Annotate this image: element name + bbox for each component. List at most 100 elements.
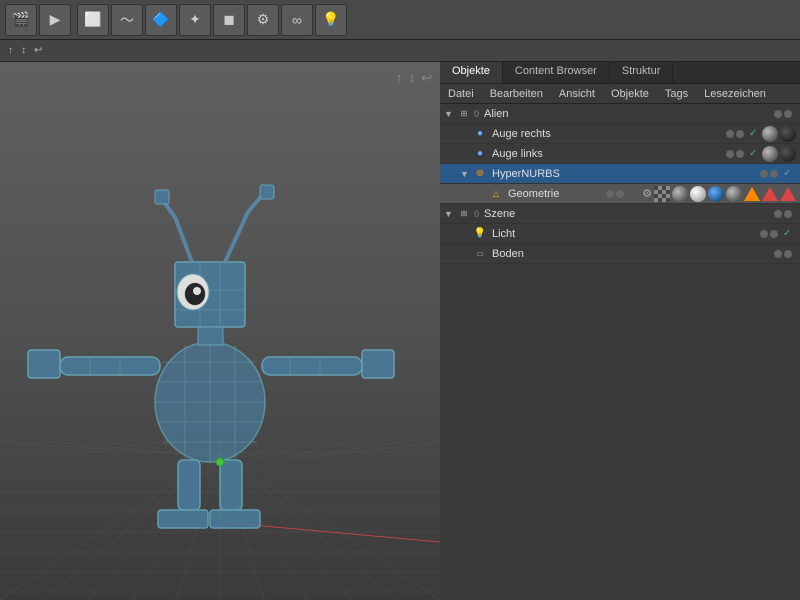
tree-row-alien[interactable]: ▼ ⊞ 0 Alien (440, 104, 800, 124)
materials-auge-links (762, 146, 796, 162)
toolbar-btn-camera[interactable]: ∞ (281, 4, 313, 36)
arrow-left-icon: ↩ (421, 70, 432, 86)
dot1 (774, 250, 782, 258)
icon-szene: ⊞ (456, 206, 472, 222)
icon-hypernurbs: ⊕ (472, 166, 488, 182)
toolbar-btn-nurbs[interactable]: 🔷 (145, 4, 177, 36)
dots-auge-rechts (726, 130, 744, 138)
move-icon[interactable]: ↑ (4, 45, 17, 56)
menu-objekte[interactable]: Objekte (603, 86, 657, 102)
secondary-toolbar: ↑ ↕ ↩ (0, 40, 800, 62)
mat-sphere-black-1[interactable] (780, 126, 796, 142)
dot2 (736, 150, 744, 158)
mat-checker-1[interactable] (654, 186, 670, 202)
menu-datei[interactable]: Datei (440, 86, 482, 102)
mat-sphere-blue-1[interactable] (708, 186, 724, 202)
icon-auge-links: ● (472, 146, 488, 162)
mat-sphere-4[interactable] (726, 186, 742, 202)
dots-szene (774, 210, 792, 218)
dot2 (784, 210, 792, 218)
tab-content-browser[interactable]: Content Browser (503, 62, 610, 83)
check-auge-links: ✓ (749, 148, 761, 159)
dot1-alien (774, 110, 782, 118)
tab-objekte[interactable]: Objekte (440, 62, 503, 83)
menu-bar: Datei Bearbeiten Ansicht Objekte Tags Le… (440, 84, 800, 104)
dots-geometrie (606, 190, 624, 198)
mat-sphere-white-1[interactable] (690, 186, 706, 202)
materials-auge-rechts (762, 126, 796, 142)
expand-alien[interactable]: ▼ (444, 109, 454, 119)
tree-row-auge-rechts[interactable]: ● Auge rechts ✓ (440, 124, 800, 144)
toolbar-btn-film[interactable]: 🎬 (5, 4, 37, 36)
icon-boden: ▭ (472, 246, 488, 262)
toolbar-btn-light[interactable]: 💡 (315, 4, 347, 36)
menu-bearbeiten[interactable]: Bearbeiten (482, 86, 551, 102)
label-geometrie: Geometrie (506, 188, 606, 200)
dot2 (616, 190, 624, 198)
right-panel: Objekte Content Browser Struktur Datei B… (440, 62, 800, 600)
label-hypernurbs: HyperNURBS (490, 168, 760, 180)
expand-hypernurbs[interactable]: ▼ (460, 169, 470, 179)
dots-boden (774, 250, 792, 258)
object-tree: ▼ ⊞ 0 Alien ● Auge rechts ✓ (440, 104, 800, 600)
menu-ansicht[interactable]: Ansicht (551, 86, 603, 102)
check-auge-rechts: ✓ (749, 128, 761, 139)
label-auge-rechts: Auge rechts (490, 128, 726, 140)
level-alien: 0 (474, 109, 479, 119)
mat-sphere-black-2[interactable] (780, 146, 796, 162)
menu-tags[interactable]: Tags (657, 86, 696, 102)
icon-auge-rechts: ● (472, 126, 488, 142)
toolbar-btn-play[interactable]: ▶ (39, 4, 71, 36)
toolbar-btn-scene[interactable]: ⚙ (247, 4, 279, 36)
viewport-scene (0, 62, 440, 600)
mat-gear-icon[interactable]: ⚙ (642, 187, 652, 200)
mat-sphere-3[interactable] (672, 186, 688, 202)
dot1 (760, 230, 768, 238)
mat-sphere-1[interactable] (762, 126, 778, 142)
arrow-up-icon: ↑ (396, 70, 403, 86)
arrow-lr-icon: ↕ (409, 70, 416, 86)
tree-row-geometrie[interactable]: △ Geometrie ⚙ (440, 184, 800, 204)
tree-row-szene[interactable]: ▼ ⊞ 0 Szene (440, 204, 800, 224)
tree-row-hypernurbs[interactable]: ▼ ⊕ HyperNURBS ✓ (440, 164, 800, 184)
icon-geometrie: △ (488, 186, 504, 202)
tree-row-boden[interactable]: ▭ Boden (440, 244, 800, 264)
main-content: ↑ ↕ ↩ Objekte Content Browser Struktur D… (0, 62, 800, 600)
label-szene: Szene (482, 208, 774, 220)
label-auge-links: Auge links (490, 148, 726, 160)
dot2-alien (784, 110, 792, 118)
label-alien: Alien (482, 108, 774, 120)
tab-bar: Objekte Content Browser Struktur (440, 62, 800, 84)
toolbar-btn-cube[interactable]: ⬜ (77, 4, 109, 36)
dots-auge-links (726, 150, 744, 158)
move-icon2[interactable]: ↕ (17, 45, 30, 56)
viewport-arrows: ↑ ↕ ↩ (396, 70, 432, 86)
scale-icon[interactable]: ↩ (30, 45, 46, 56)
check-hypernurbs: ✓ (783, 168, 795, 179)
dots-hypernurbs (760, 170, 778, 178)
dot1 (726, 130, 734, 138)
toolbar-btn-deform[interactable]: ✦ (179, 4, 211, 36)
mat-sphere-2[interactable] (762, 146, 778, 162)
expand-szene[interactable]: ▼ (444, 209, 454, 219)
level-szene: 0 (474, 209, 479, 219)
icon-licht: 💡 (472, 226, 488, 242)
tree-row-auge-links[interactable]: ● Auge links ✓ (440, 144, 800, 164)
dots-licht (760, 230, 778, 238)
mat-tri-red-1[interactable] (762, 187, 778, 201)
tab-struktur[interactable]: Struktur (610, 62, 674, 83)
toolbar-btn-create[interactable]: ◼ (213, 4, 245, 36)
dot2 (784, 250, 792, 258)
dot1 (774, 210, 782, 218)
label-boden: Boden (490, 248, 774, 260)
tree-row-licht[interactable]: 💡 Licht ✓ (440, 224, 800, 244)
toolbar-btn-spline[interactable]: 〜 (111, 4, 143, 36)
menu-lesezeichen[interactable]: Lesezeichen (696, 86, 774, 102)
mat-tri-1[interactable] (744, 187, 760, 201)
dots-alien (774, 110, 792, 118)
dot2 (736, 130, 744, 138)
viewport-3d[interactable]: ↑ ↕ ↩ (0, 62, 440, 600)
mat-tri-red-2[interactable] (780, 187, 796, 201)
materials-geometrie: ⚙ (642, 186, 796, 202)
check-licht: ✓ (783, 228, 795, 239)
